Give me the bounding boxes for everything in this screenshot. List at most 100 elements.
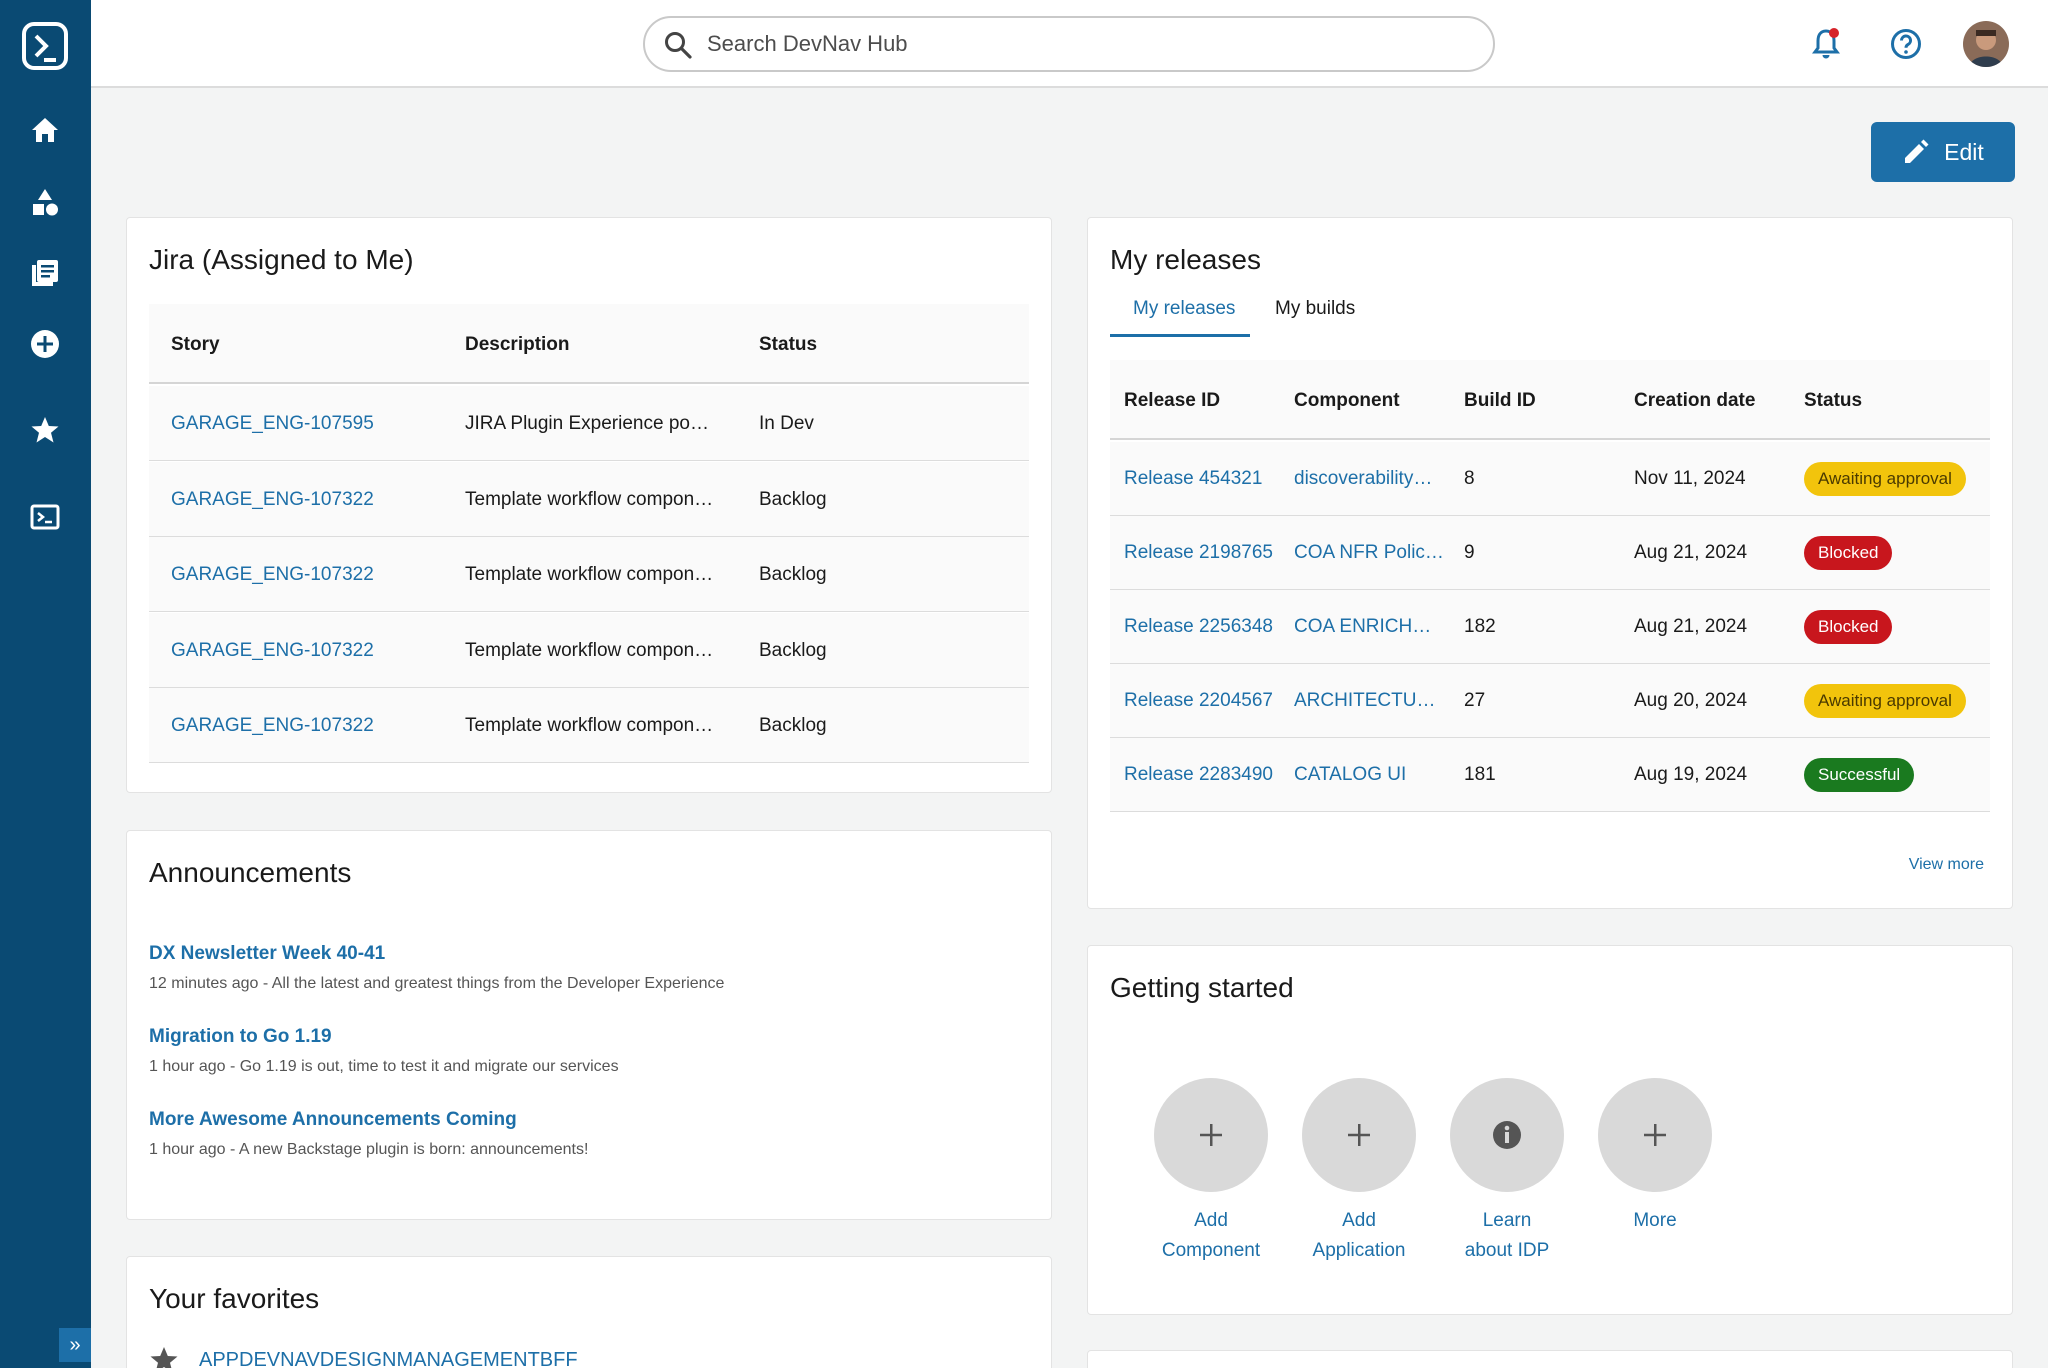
- search-bar[interactable]: [643, 16, 1495, 72]
- getting-started-label[interactable]: Add Application: [1289, 1206, 1429, 1266]
- getting-started-title: Getting started: [1110, 972, 1294, 1003]
- announcement-time: 1 hour ago: [149, 1141, 226, 1158]
- announcement-title[interactable]: More Awesome Announcements Coming: [149, 1109, 517, 1131]
- announcement-text: All the latest and greatest things from …: [271, 975, 725, 992]
- announcement-meta: 1 hour ago - A new Backstage plugin is b…: [149, 1141, 589, 1158]
- releases-table-header: Release ID Component Build ID Creation d…: [1110, 360, 1990, 440]
- col-creation-date: Creation date: [1634, 390, 1756, 411]
- story-link[interactable]: GARAGE_ENG-107322: [171, 688, 451, 763]
- docs-icon[interactable]: [27, 255, 63, 291]
- col-release-id: Release ID: [1124, 390, 1221, 411]
- catalog-icon[interactable]: [27, 184, 63, 220]
- announcements-title: Announcements: [149, 857, 352, 888]
- getting-started-item[interactable]: Add Application: [1289, 1078, 1429, 1266]
- col-description: Description: [465, 334, 570, 355]
- component-link[interactable]: ARCHITECTUR…: [1294, 664, 1444, 738]
- table-row: Release 2283490 CATALOG UI 181 Aug 19, 2024…: [1110, 738, 1990, 812]
- pencil-icon: [1905, 139, 1929, 163]
- star-icon[interactable]: [27, 412, 63, 448]
- expand-sidebar-icon[interactable]: »: [59, 1328, 91, 1362]
- star-icon[interactable]: [149, 1345, 179, 1368]
- build-id: 181: [1464, 764, 1496, 785]
- view-more-link[interactable]: View more: [1909, 856, 1984, 874]
- favorites-card: Your favorites APPDEVNAVDESIGNMANAGEMENT…: [126, 1256, 1052, 1368]
- plus-icon[interactable]: [1154, 1078, 1268, 1192]
- story-status: Backlog: [759, 488, 827, 510]
- creation-date: Aug 21, 2024: [1634, 616, 1748, 637]
- top-header: [91, 0, 2048, 88]
- getting-started-item[interactable]: More: [1585, 1078, 1725, 1236]
- search-icon: [663, 30, 693, 60]
- sidebar: »: [0, 0, 91, 1368]
- plus-icon[interactable]: [1302, 1078, 1416, 1192]
- favorite-link[interactable]: APPDEVNAVDESIGNMANAGEMENTBFF: [199, 1349, 578, 1368]
- help-icon[interactable]: [1886, 24, 1926, 64]
- story-description: Template workflow component: [465, 488, 715, 510]
- story-link[interactable]: GARAGE_ENG-107595: [171, 386, 451, 461]
- story-link[interactable]: GARAGE_ENG-107322: [171, 462, 451, 537]
- build-id: 8: [1464, 468, 1475, 489]
- table-row: Release 2204567 ARCHITECTUR… 27 Aug 20, 202…: [1110, 664, 1990, 738]
- table-row: GARAGE_ENG-107322 Template workflow compo…: [149, 537, 1029, 612]
- release-link[interactable]: Release 2198765: [1124, 516, 1284, 590]
- release-link[interactable]: Release 2256348: [1124, 590, 1284, 664]
- table-row: Release 2256348 COA ENRICHM… 182 Aug 21, 20…: [1110, 590, 1990, 664]
- status-badge: Blocked: [1804, 536, 1893, 570]
- release-link[interactable]: Release 2204567: [1124, 664, 1284, 738]
- component-link[interactable]: COA ENRICHM…: [1294, 590, 1444, 664]
- announcement-title[interactable]: Migration to Go 1.19: [149, 1026, 332, 1048]
- create-icon[interactable]: [27, 326, 63, 362]
- user-avatar[interactable]: [1963, 21, 2009, 67]
- component-link[interactable]: COA NFR Polic…: [1294, 516, 1444, 590]
- tab-my-builds[interactable]: My builds: [1275, 298, 1355, 320]
- story-link[interactable]: GARAGE_ENG-107322: [171, 613, 451, 688]
- search-input[interactable]: [707, 18, 1467, 70]
- release-link[interactable]: Release 454321: [1124, 442, 1284, 516]
- terminal-icon[interactable]: [27, 499, 63, 535]
- jira-title: Jira (Assigned to Me): [149, 244, 414, 275]
- story-description: Template workflow component: [465, 715, 715, 736]
- active-tab-indicator: [1110, 334, 1250, 337]
- build-id: 27: [1464, 690, 1486, 711]
- getting-started-label[interactable]: Add Component: [1141, 1206, 1281, 1266]
- getting-started-item[interactable]: Add Component: [1141, 1078, 1281, 1266]
- build-id: 9: [1464, 542, 1475, 563]
- next-card: [1087, 1350, 2013, 1368]
- story-status: Backlog: [759, 639, 827, 661]
- tab-my-releases[interactable]: My releases: [1133, 298, 1235, 320]
- notifications-icon[interactable]: [1806, 24, 1846, 64]
- status-badge: Blocked: [1804, 610, 1893, 644]
- edit-button[interactable]: Edit: [1871, 122, 2015, 182]
- getting-started-label[interactable]: Learn about IDP: [1437, 1206, 1577, 1266]
- status-cell: Blocked: [1804, 590, 1994, 664]
- creation-date: Aug 19, 2024: [1634, 764, 1748, 785]
- favorite-item[interactable]: APPDEVNAVDESIGNMANAGEMENTBFF: [149, 1345, 578, 1368]
- edit-label: Edit: [1944, 138, 1984, 165]
- favorites-title: Your favorites: [149, 1283, 320, 1314]
- home-icon[interactable]: [27, 112, 63, 148]
- component-link[interactable]: CATALOG UI: [1294, 738, 1444, 812]
- story-link[interactable]: GARAGE_ENG-107322: [171, 537, 451, 612]
- announcements-card: Announcements DX Newsletter Week 40-41 12…: [126, 830, 1052, 1220]
- logo-icon[interactable]: [22, 22, 68, 70]
- component-link[interactable]: discoverability…: [1294, 442, 1444, 516]
- releases-title: My releases: [1110, 244, 1261, 275]
- getting-started-label[interactable]: More: [1585, 1206, 1725, 1236]
- creation-date: Aug 20, 2024: [1634, 690, 1748, 711]
- story-status: In Dev: [759, 413, 814, 434]
- status-badge: Awaiting approval: [1804, 684, 1966, 718]
- announcement-title[interactable]: DX Newsletter Week 40-41: [149, 943, 385, 965]
- release-link[interactable]: Release 2283490: [1124, 738, 1284, 812]
- story-description: JIRA Plugin Experience port…: [465, 413, 715, 434]
- table-row: Release 454321 discoverability… 8 Nov 11, 2…: [1110, 442, 1990, 516]
- plus-icon[interactable]: [1598, 1078, 1712, 1192]
- table-row: Release 2198765 COA NFR Polic… 9 Aug 21, 20…: [1110, 516, 1990, 590]
- creation-date: Nov 11, 2024: [1634, 468, 1746, 489]
- table-row: GARAGE_ENG-107322 Template workflow compo…: [149, 688, 1029, 763]
- jira-card: Jira (Assigned to Me) Story Description …: [126, 217, 1052, 793]
- info-icon[interactable]: [1450, 1078, 1564, 1192]
- creation-date: Aug 21, 2024: [1634, 542, 1748, 563]
- getting-started-item[interactable]: Learn about IDP: [1437, 1078, 1577, 1266]
- status-cell: Blocked: [1804, 516, 1994, 590]
- table-row: GARAGE_ENG-107322 Template workflow compo…: [149, 612, 1029, 688]
